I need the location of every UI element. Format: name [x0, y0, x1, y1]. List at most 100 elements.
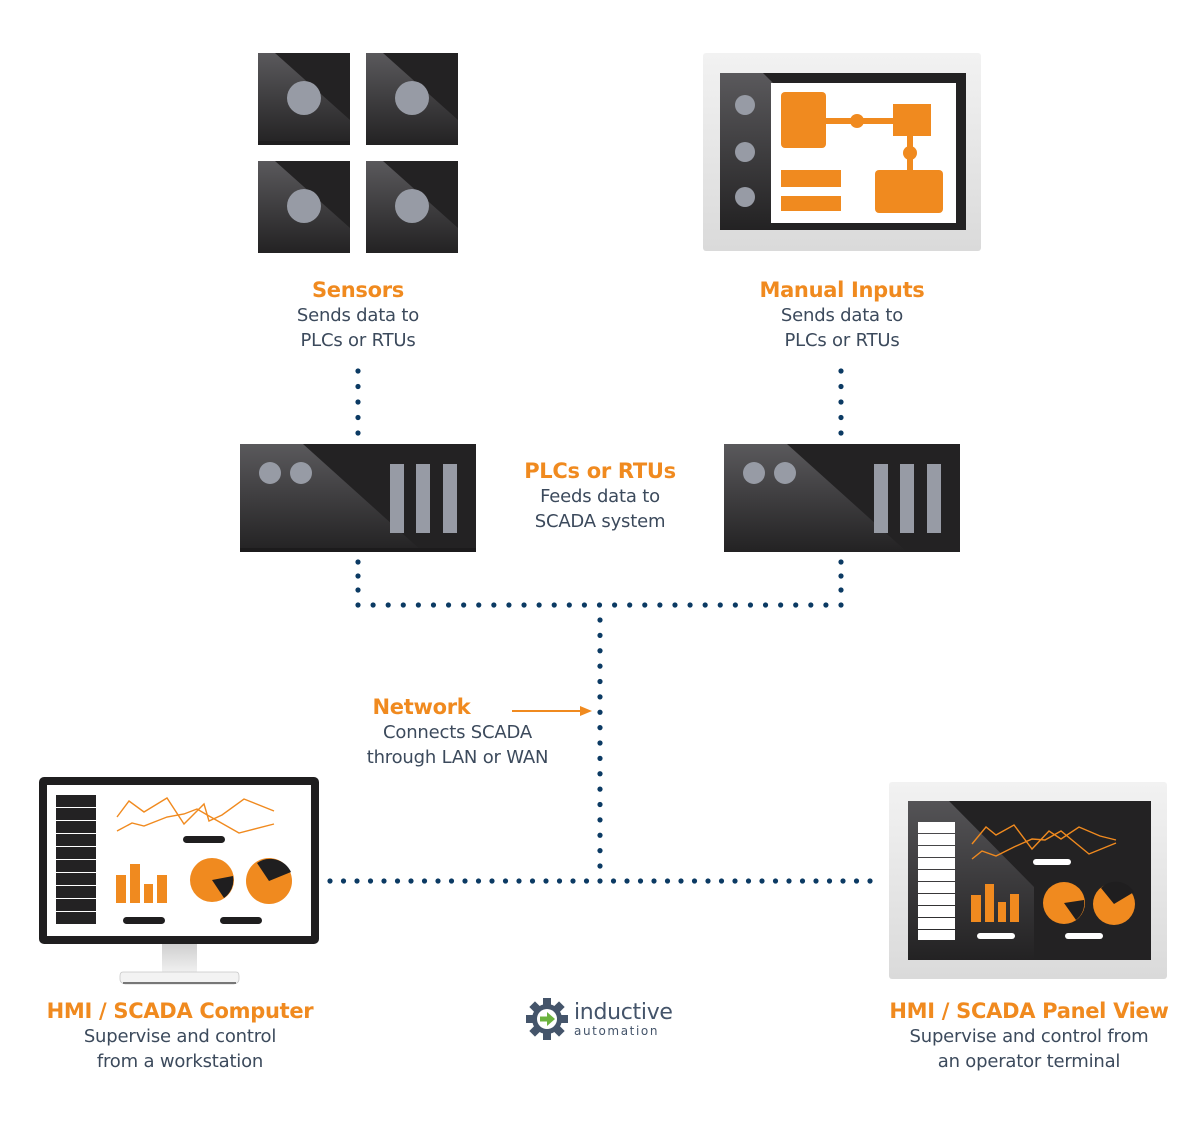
- connector-dot: [597, 878, 603, 884]
- connector-dot: [597, 771, 603, 777]
- connector-dot: [367, 878, 374, 884]
- sensors-desc-line2: PLCs or RTUs: [300, 330, 416, 351]
- connector-dot: [678, 878, 684, 884]
- connector-dot: [597, 725, 603, 731]
- connector-dot: [394, 878, 401, 884]
- connector-dot: [597, 663, 603, 669]
- connector-dot: [408, 878, 414, 884]
- connector-plc-bus: [355, 602, 844, 608]
- manual-inputs-desc-line1: Sends data to: [780, 305, 904, 326]
- connector-dot: [745, 878, 752, 884]
- plc-left-icon: [240, 444, 476, 552]
- connector-dot: [840, 878, 846, 884]
- connector-dot: [853, 878, 860, 884]
- connector-dot: [838, 602, 844, 608]
- connector-dot: [642, 602, 648, 608]
- connector-dot: [597, 709, 603, 715]
- manual-inputs-title: Manual Inputs: [759, 278, 925, 302]
- connector-dot: [476, 602, 482, 608]
- connector-dot: [543, 878, 549, 884]
- connector-dot: [570, 878, 576, 884]
- connector-dot: [747, 602, 754, 608]
- connector-dot: [597, 694, 603, 700]
- connector-dot: [611, 602, 618, 608]
- connector-dot: [799, 878, 806, 884]
- connector-dot: [705, 878, 711, 884]
- connector-dot: [355, 430, 361, 436]
- network-desc-line2: through LAN or WAN: [366, 747, 549, 768]
- connector-dot: [838, 383, 844, 390]
- connector-dot: [838, 573, 844, 579]
- connector-dot: [597, 801, 603, 808]
- connector-dot: [516, 878, 522, 884]
- sensor-tile: [258, 161, 350, 253]
- hmi-panel-desc-line1: Supervise and control from: [909, 1026, 1149, 1047]
- connector-dot: [355, 602, 361, 608]
- connector-dot: [536, 602, 542, 608]
- hmi-panel-title: HMI / SCADA Panel View: [889, 999, 1169, 1023]
- connector-dot: [808, 602, 814, 608]
- logo-line1: inductive: [574, 1000, 673, 1025]
- connector-dot: [838, 399, 844, 405]
- plcs-desc-line2: SCADA system: [534, 511, 666, 532]
- hmi-panel-icon: [889, 782, 1167, 979]
- connector-dot: [759, 878, 765, 884]
- logo: inductive automation: [574, 1000, 673, 1038]
- connector-dot: [691, 878, 698, 884]
- connector-dot: [566, 602, 572, 608]
- connector-dot: [624, 878, 630, 884]
- connector-dot: [732, 878, 738, 884]
- connector-dot: [838, 430, 844, 436]
- hmi-computer-title: HMI / SCADA Computer: [46, 999, 314, 1023]
- connector-dot: [702, 602, 708, 608]
- connector-dot: [448, 878, 455, 884]
- connector-dot: [867, 878, 873, 884]
- connector-dot: [583, 878, 590, 884]
- sensors-title: Sensors: [311, 278, 404, 302]
- connector-dot: [627, 602, 633, 608]
- connector-dot: [651, 878, 657, 884]
- connector-dot: [597, 648, 603, 654]
- connector-dot: [597, 632, 603, 638]
- hmi-computer-icon: [39, 777, 319, 985]
- hmi-panel-desc-line2: an operator terminal: [937, 1051, 1121, 1072]
- network-desc-line1: Connects SCADA: [383, 722, 532, 743]
- connector-dot: [778, 602, 784, 608]
- connector-dot: [381, 878, 387, 884]
- connector-dot: [355, 414, 361, 421]
- connector-dot: [491, 602, 497, 608]
- connector-dot: [489, 878, 495, 884]
- connector-dot: [556, 878, 563, 884]
- connector-dot: [596, 602, 603, 608]
- connector-dot: [370, 602, 376, 608]
- connector-dot: [355, 368, 361, 374]
- connector-plc-left-down: [355, 559, 361, 593]
- connector-dot: [786, 878, 792, 884]
- connector-dot: [687, 602, 693, 608]
- diagram-canvas: [39, 53, 1167, 1040]
- manual-inputs-label: Manual Inputs Sends data to PLCs or RTUs: [722, 278, 962, 353]
- manual-inputs-icon: [703, 53, 981, 251]
- connector-dot: [672, 602, 678, 608]
- manual-inputs-desc-line2: PLCs or RTUs: [784, 330, 900, 351]
- network-title: Network: [372, 695, 471, 719]
- connector-dot: [772, 878, 779, 884]
- connector-dot: [637, 878, 644, 884]
- connector-dot: [838, 559, 844, 565]
- connector-dot: [475, 878, 482, 884]
- connector-dot: [838, 587, 844, 593]
- connector-dot: [327, 878, 333, 884]
- connector-dot: [597, 755, 603, 761]
- plc-right-icon: [724, 444, 960, 552]
- connector-dot: [355, 399, 361, 405]
- sensors-label: Sensors Sends data to PLCs or RTUs: [258, 278, 458, 353]
- connector-dot: [551, 602, 557, 608]
- plcs-desc-line1: Feeds data to: [540, 486, 660, 507]
- connector-dot: [826, 878, 833, 884]
- connector-dot: [529, 878, 536, 884]
- connector-dot: [355, 383, 361, 390]
- connector-dot: [823, 602, 829, 608]
- connector-dot: [597, 863, 603, 869]
- connector-dot: [718, 878, 725, 884]
- connector-dot: [732, 602, 738, 608]
